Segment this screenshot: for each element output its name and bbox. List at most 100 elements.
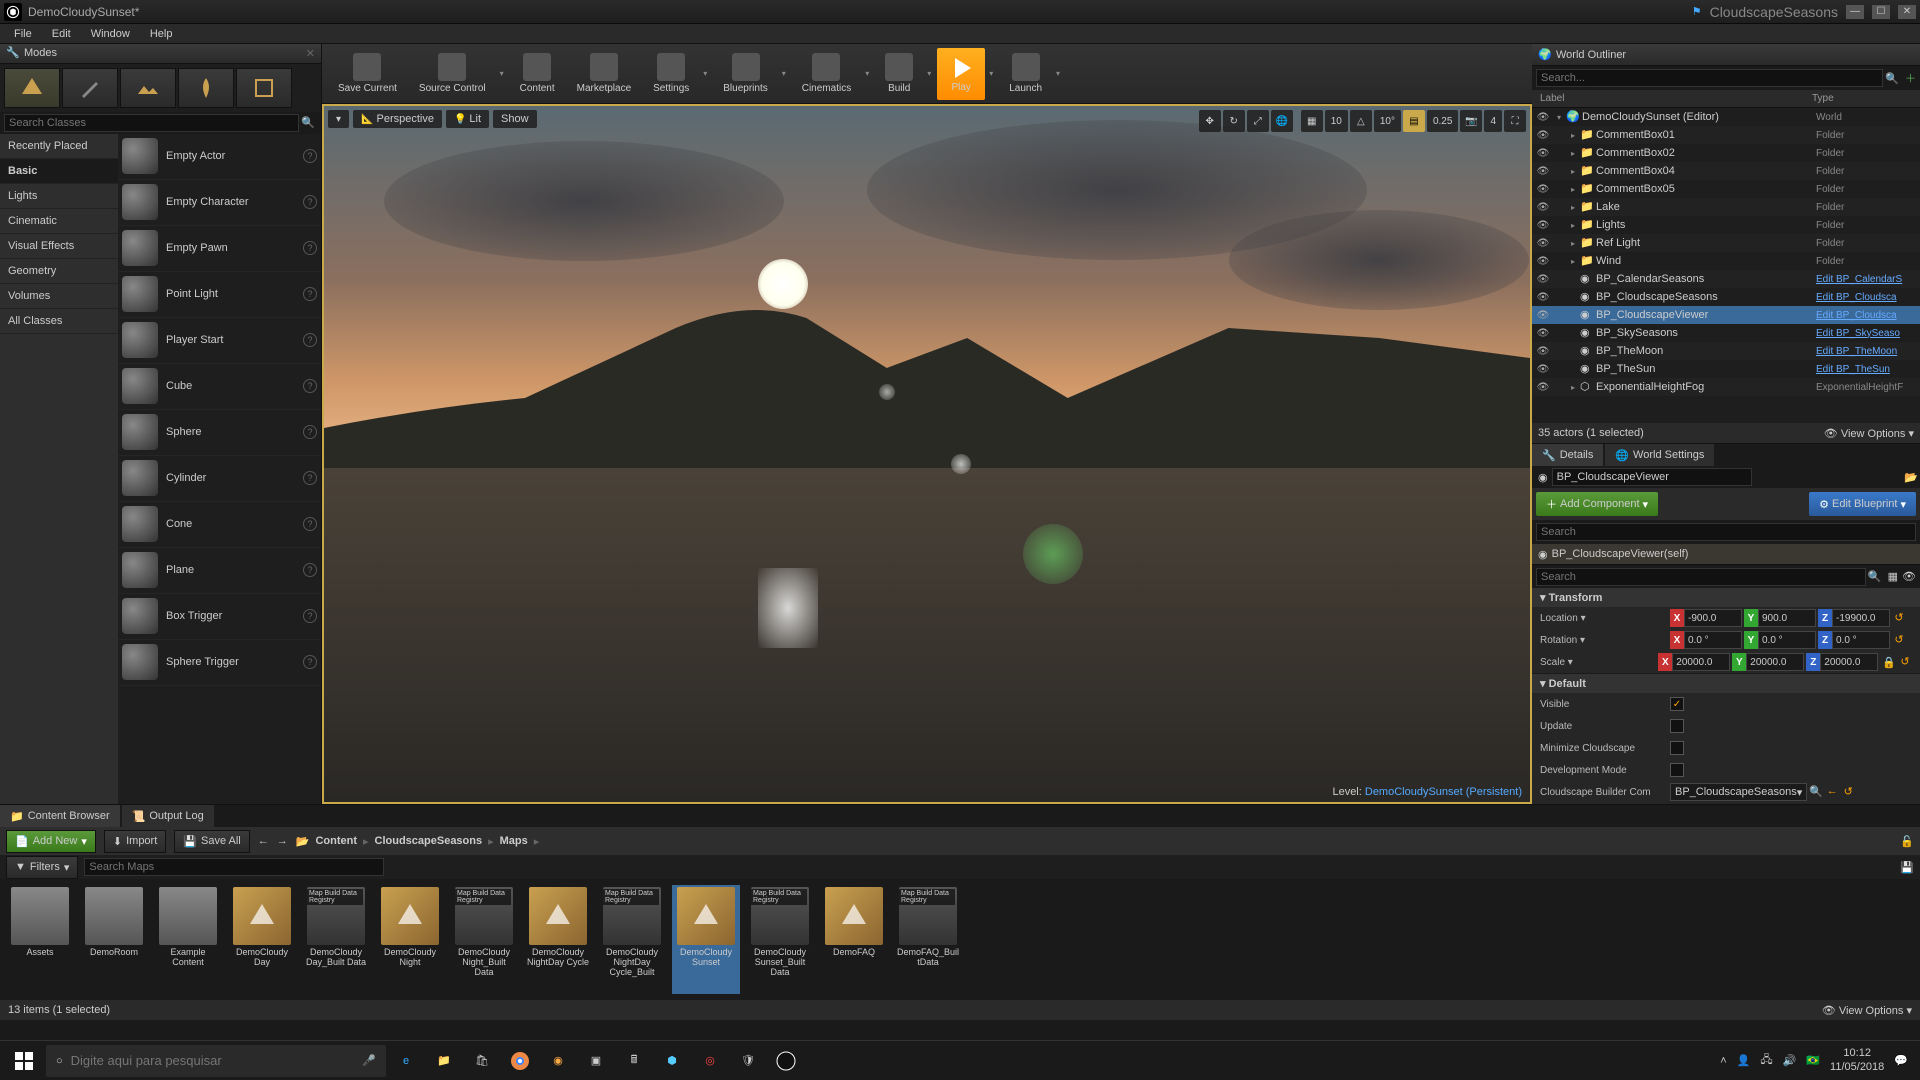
save-current-button[interactable]: Save Current: [328, 48, 407, 100]
blueprints-button[interactable]: Blueprints: [713, 48, 777, 100]
lock-icon[interactable]: 🔓: [1900, 835, 1914, 848]
world-settings-tab[interactable]: 🌐 World Settings: [1605, 444, 1714, 466]
help-icon[interactable]: ?: [303, 425, 317, 439]
reset-icon[interactable]: ↺: [1892, 633, 1906, 647]
asset-item[interactable]: DemoCloudy Night: [376, 885, 444, 994]
col-label[interactable]: Label: [1540, 93, 1812, 104]
checkbox[interactable]: [1670, 697, 1684, 711]
visibility-icon[interactable]: 👁: [1536, 346, 1550, 357]
geometry-mode-button[interactable]: [236, 68, 292, 108]
visibility-icon[interactable]: 👁: [1536, 238, 1550, 249]
rotation-y-input[interactable]: Y: [1744, 631, 1816, 649]
visibility-icon[interactable]: 👁: [1536, 382, 1550, 393]
search-icon[interactable]: 🔍: [1883, 69, 1901, 87]
people-icon[interactable]: 👤: [1737, 1054, 1751, 1067]
category-item[interactable]: Geometry: [0, 259, 118, 284]
grid-snap-value[interactable]: 10: [1325, 110, 1348, 132]
outliner-row[interactable]: 👁◉BP_TheMoonEdit BP_TheMoon: [1532, 342, 1920, 360]
store-icon[interactable]: 🛍: [464, 1043, 500, 1079]
visibility-icon[interactable]: 👁: [1536, 364, 1550, 375]
content-button[interactable]: Content: [510, 48, 565, 100]
actor-item[interactable]: Point Light?: [118, 272, 321, 318]
help-icon[interactable]: ?: [303, 517, 317, 531]
paint-mode-button[interactable]: [62, 68, 118, 108]
app3-icon[interactable]: ◎: [692, 1043, 728, 1079]
visibility-icon[interactable]: 👁: [1536, 202, 1550, 213]
source-control-button[interactable]: Source Control: [409, 48, 496, 100]
visibility-icon[interactable]: 👁: [1536, 130, 1550, 141]
content-browser-tab[interactable]: 📁 Content Browser: [0, 805, 120, 827]
edit-blueprint-button[interactable]: ⚙ Edit Blueprint ▾: [1809, 492, 1916, 516]
asset-item[interactable]: DemoCloudy Day: [228, 885, 296, 994]
menu-file[interactable]: File: [4, 26, 42, 42]
dropdown-icon[interactable]: ▾: [861, 48, 873, 100]
actor-item[interactable]: Cone?: [118, 502, 321, 548]
lock-scale-icon[interactable]: 🔒: [1882, 656, 1896, 669]
actor-item[interactable]: Cylinder?: [118, 456, 321, 502]
folder-icon[interactable]: 📂: [296, 835, 310, 848]
outliner-row[interactable]: 👁◉BP_SkySeasonsEdit BP_SkySeaso: [1532, 324, 1920, 342]
use-icon[interactable]: ←: [1825, 785, 1839, 799]
outliner-row[interactable]: 👁▸📁CommentBox05Folder: [1532, 180, 1920, 198]
outliner-row[interactable]: 👁▾🌍DemoCloudySunset (Editor)World: [1532, 108, 1920, 126]
outliner-row[interactable]: 👁◉BP_CalendarSeasonsEdit BP_CalendarS: [1532, 270, 1920, 288]
reset-icon[interactable]: ↺: [1841, 785, 1855, 799]
settings-button[interactable]: Settings: [643, 48, 699, 100]
outliner-row[interactable]: 👁▸📁Ref LightFolder: [1532, 234, 1920, 252]
network-icon[interactable]: 🖧: [1760, 1051, 1772, 1070]
location-y-input[interactable]: Y: [1744, 609, 1816, 627]
details-tab[interactable]: 🔧 Details: [1532, 444, 1603, 466]
asset-search-input[interactable]: [84, 858, 384, 876]
actor-item[interactable]: Sphere Trigger?: [118, 640, 321, 686]
help-icon[interactable]: ?: [303, 287, 317, 301]
reset-icon[interactable]: ↺: [1898, 655, 1912, 669]
visibility-icon[interactable]: 👁: [1536, 256, 1550, 267]
property-search-input[interactable]: [1536, 568, 1866, 586]
maximize-viewport-button[interactable]: ⛶: [1504, 110, 1526, 132]
property-matrix-icon[interactable]: ▦: [1888, 570, 1898, 583]
visibility-icon[interactable]: 👁: [1536, 112, 1550, 123]
category-item[interactable]: All Classes: [0, 309, 118, 334]
play-button[interactable]: Play: [937, 48, 985, 100]
nav-fwd-icon[interactable]: →: [277, 835, 288, 847]
help-icon[interactable]: ?: [303, 379, 317, 393]
outliner-row[interactable]: 👁◉BP_CloudscapeSeasonsEdit BP_Cloudsca: [1532, 288, 1920, 306]
foliage-mode-button[interactable]: [178, 68, 234, 108]
explorer-icon[interactable]: 📁: [426, 1043, 462, 1079]
component-search-input[interactable]: [1536, 523, 1916, 541]
maximize-button[interactable]: ☐: [1872, 5, 1890, 19]
combo-input[interactable]: BP_CloudscapeSeasons▾: [1670, 783, 1807, 801]
category-item[interactable]: Volumes: [0, 284, 118, 309]
marketplace-icon[interactable]: ⚑: [1692, 5, 1702, 18]
breadcrumb-item[interactable]: Maps: [500, 835, 528, 847]
perspective-dropdown[interactable]: 📐 Perspective: [353, 110, 442, 128]
breadcrumb-item[interactable]: Content: [315, 835, 357, 847]
asset-item[interactable]: DemoCloudy NightDay Cycle: [524, 885, 592, 994]
asset-item[interactable]: Map Build Data RegistryDemoFAQ_BuiltData: [894, 885, 962, 994]
tray-up-icon[interactable]: ˄: [1720, 1055, 1726, 1067]
add-component-button[interactable]: ＋Add Component ▾: [1536, 492, 1658, 516]
actor-item[interactable]: Box Trigger?: [118, 594, 321, 640]
app2-icon[interactable]: ⬢: [654, 1043, 690, 1079]
help-icon[interactable]: ?: [303, 609, 317, 623]
nav-back-icon[interactable]: ←: [258, 835, 269, 847]
camera-speed-button[interactable]: 📷: [1460, 110, 1482, 132]
search-icon[interactable]: 🔍: [299, 114, 317, 132]
checkbox[interactable]: [1670, 719, 1684, 733]
actor-name-input[interactable]: [1552, 468, 1752, 486]
visibility-icon[interactable]: 👁: [1536, 184, 1550, 195]
marketplace-button[interactable]: Marketplace: [567, 48, 641, 100]
dropdown-icon[interactable]: ▾: [1052, 48, 1064, 100]
edge-icon[interactable]: e: [388, 1043, 424, 1079]
visibility-icon[interactable]: 👁: [1536, 148, 1550, 159]
volume-icon[interactable]: 🔊: [1783, 1054, 1797, 1067]
help-icon[interactable]: ?: [303, 563, 317, 577]
view-options-dropdown[interactable]: 👁 View Options ▾: [1824, 427, 1914, 440]
transform-rotate-button[interactable]: ↻: [1223, 110, 1245, 132]
dropdown-icon[interactable]: ▾: [699, 48, 711, 100]
help-icon[interactable]: ?: [303, 333, 317, 347]
visibility-icon[interactable]: 👁: [1536, 328, 1550, 339]
add-new-button[interactable]: 📄 Add New ▾: [6, 830, 96, 853]
scale-y-input[interactable]: Y: [1732, 653, 1804, 671]
asset-item[interactable]: Example Content: [154, 885, 222, 994]
